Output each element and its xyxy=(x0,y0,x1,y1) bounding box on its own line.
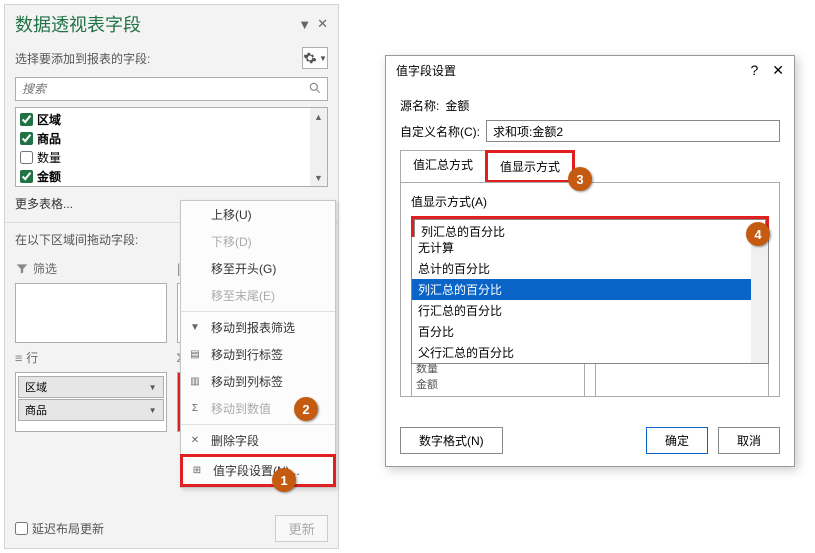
callout-4: 4 xyxy=(746,222,770,246)
separator xyxy=(181,311,335,312)
rows-zone[interactable]: 区域▼ 商品▼ xyxy=(15,372,167,432)
callout-1: 1 xyxy=(272,468,296,492)
dropdown-icon[interactable]: ▼ xyxy=(298,17,311,32)
value-field-settings-dialog: 值字段设置 ? ✕ 源名称: 金额 自定义名称(C): 值汇总方式 值显示方式 … xyxy=(385,55,795,467)
x-icon: ✕ xyxy=(187,432,203,448)
dropdown-scrollbar[interactable] xyxy=(751,237,768,363)
panel-header: 数据透视表字段 ▼ ✕ xyxy=(5,5,338,43)
ctx-value-settings[interactable]: ⊞值字段设置(N)... xyxy=(180,454,336,487)
tab-show-as[interactable]: 值显示方式 xyxy=(485,150,575,183)
help-icon[interactable]: ? xyxy=(750,62,758,79)
dialog-body: 源名称: 金额 自定义名称(C): 值汇总方式 值显示方式 值显示方式(A) 列… xyxy=(386,85,794,403)
opt-percent[interactable]: 百分比 xyxy=(412,321,768,342)
source-value: 金额 xyxy=(445,97,469,114)
rows-icon: ≡ xyxy=(15,351,22,365)
custom-row: 自定义名称(C): xyxy=(400,120,780,142)
search-input[interactable] xyxy=(15,77,328,101)
source-label: 源名称: xyxy=(400,97,439,114)
cancel-button[interactable]: 取消 xyxy=(718,427,780,454)
row-item-product[interactable]: 商品▼ xyxy=(18,399,164,421)
field-item-region[interactable]: 区域 xyxy=(20,110,323,129)
close-icon[interactable]: ✕ xyxy=(317,16,328,32)
scroll-up-icon[interactable]: ▲ xyxy=(310,108,327,125)
update-button[interactable]: 更新 xyxy=(275,515,328,542)
ctx-to-col[interactable]: ▥移动到列标签 xyxy=(181,368,335,395)
scroll-down-icon[interactable]: ▼ xyxy=(310,169,327,186)
number-format-button[interactable]: 数字格式(N) xyxy=(400,427,503,454)
checkbox[interactable] xyxy=(20,113,33,126)
filters-label: 筛选 xyxy=(15,256,167,281)
scrollbar[interactable]: ▲ ▼ xyxy=(310,108,327,186)
opt-row-total[interactable]: 行汇总的百分比 xyxy=(412,300,768,321)
chevron-down-icon: ▼ xyxy=(149,383,157,392)
ctx-to-row[interactable]: ▤移动到行标签 xyxy=(181,341,335,368)
field-item-qty[interactable]: 数量 xyxy=(20,148,323,167)
dialog-footer: 数字格式(N) 确定 取消 xyxy=(400,427,780,454)
callout-2: 2 xyxy=(294,397,318,421)
custom-label: 自定义名称(C): xyxy=(400,123,480,140)
chevron-down-icon: ▼ xyxy=(149,406,157,415)
show-as-label: 值显示方式(A) xyxy=(411,193,769,210)
field-item-amount[interactable]: 金额 xyxy=(20,167,323,186)
ctx-move-begin[interactable]: 移至开头(G) xyxy=(181,255,335,282)
ctx-move-down: 下移(D) xyxy=(181,228,335,255)
filters-zone[interactable] xyxy=(15,283,167,343)
panel-footer: 延迟布局更新 更新 xyxy=(15,515,328,542)
subtitle: 选择要添加到报表的字段: xyxy=(15,50,150,67)
custom-name-input[interactable] xyxy=(486,120,780,142)
opt-grand-total[interactable]: 总计的百分比 xyxy=(412,258,768,279)
ctx-to-filter[interactable]: ▼移动到报表筛选 xyxy=(181,314,335,341)
opt-none[interactable]: 无计算 xyxy=(412,237,768,258)
show-as-dropdown: 无计算 总计的百分比 列汇总的百分比 行汇总的百分比 百分比 父行汇总的百分比 xyxy=(411,237,769,364)
separator xyxy=(181,424,335,425)
panel-title: 数据透视表字段 xyxy=(15,11,141,37)
ctx-move-end: 移至末尾(E) xyxy=(181,282,335,309)
dialog-title: 值字段设置 xyxy=(396,62,456,79)
source-row: 源名称: 金额 xyxy=(400,97,780,114)
gear-button[interactable]: ▼ xyxy=(302,47,328,69)
filter-icon xyxy=(15,262,29,276)
checkbox[interactable] xyxy=(20,170,33,183)
sigma-icon: Σ xyxy=(187,400,203,416)
ctx-remove[interactable]: ✕删除字段 xyxy=(181,427,335,454)
filter-icon: ▼ xyxy=(187,319,203,335)
opt-col-total[interactable]: 列汇总的百分比 xyxy=(412,279,768,300)
row-item-region[interactable]: 区域▼ xyxy=(18,376,164,398)
panel-controls: ▼ ✕ xyxy=(298,16,328,32)
dialog-titlebar: 值字段设置 ? ✕ xyxy=(386,56,794,85)
panel-subheader: 选择要添加到报表的字段: ▼ xyxy=(5,43,338,73)
checkbox[interactable] xyxy=(20,151,33,164)
settings-icon: ⊞ xyxy=(189,462,205,478)
rows-label: ≡ 行 xyxy=(15,345,167,370)
opt-parent-row[interactable]: 父行汇总的百分比 xyxy=(412,342,768,363)
search-icon xyxy=(308,81,322,98)
field-list: 区域 商品 数量 金额 ▲ ▼ xyxy=(15,107,328,187)
callout-3: 3 xyxy=(568,167,592,191)
search-wrap xyxy=(5,73,338,105)
defer-checkbox[interactable]: 延迟布局更新 xyxy=(15,520,104,537)
context-menu: 上移(U) 下移(D) 移至开头(G) 移至末尾(E) ▼移动到报表筛选 ▤移动… xyxy=(180,200,336,488)
col-icon: ▥ xyxy=(187,373,203,389)
close-icon[interactable]: ✕ xyxy=(772,62,784,79)
field-item-product[interactable]: 商品 xyxy=(20,129,323,148)
ok-button[interactable]: 确定 xyxy=(646,427,708,454)
tab-content: 值显示方式(A) 列汇总的百分比 ⌄ 无计算 总计的百分比 列汇总的百分比 行汇… xyxy=(400,182,780,397)
ctx-move-up[interactable]: 上移(U) xyxy=(181,201,335,228)
tab-summarize[interactable]: 值汇总方式 xyxy=(400,150,486,183)
row-icon: ▤ xyxy=(187,346,203,362)
gear-icon xyxy=(303,51,317,65)
checkbox[interactable] xyxy=(20,132,33,145)
